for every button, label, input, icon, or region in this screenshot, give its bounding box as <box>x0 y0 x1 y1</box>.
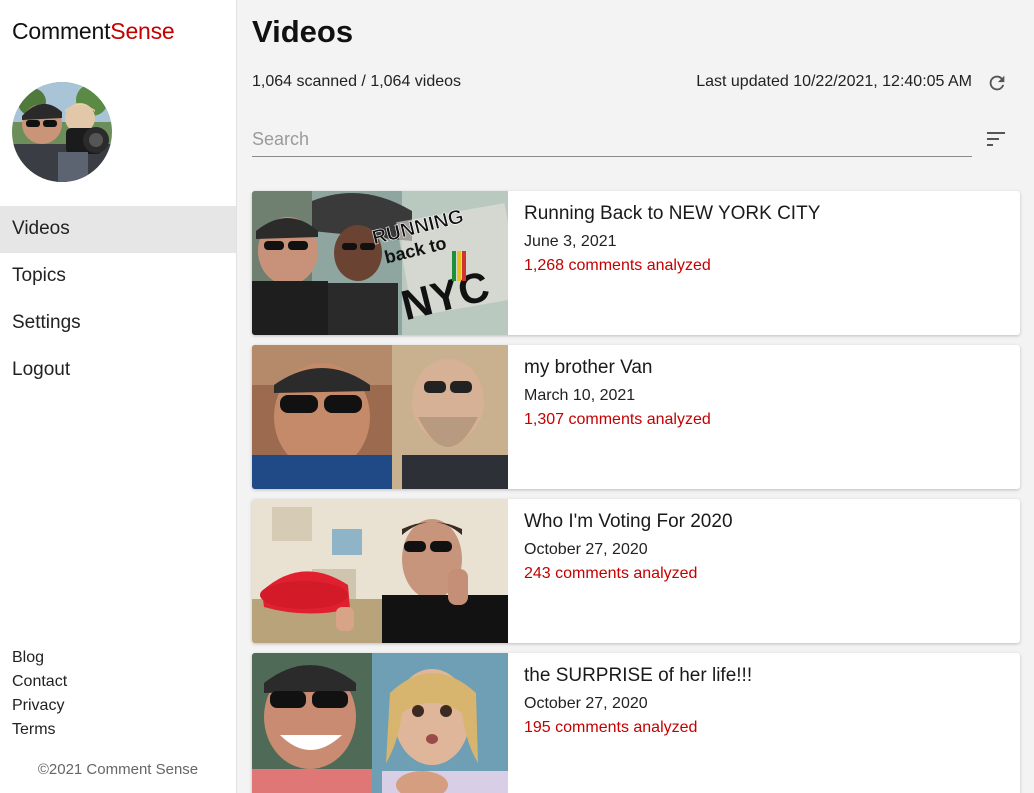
video-comment-count: 195 comments analyzed <box>524 719 698 736</box>
main-content: Videos 1,064 scanned / 1,064 videos Last… <box>237 0 1034 793</box>
brand-name-part2: Sense <box>110 18 175 44</box>
video-thumbnail[interactable] <box>252 345 508 489</box>
brand-logo[interactable]: CommentSense <box>12 18 175 45</box>
video-card[interactable]: Who I'm Voting For 2020 October 27, 2020… <box>252 499 1020 643</box>
sidebar-nav: Videos Topics Settings Logout <box>0 206 236 394</box>
nav-item-videos[interactable]: Videos <box>0 206 236 253</box>
video-thumbnail[interactable] <box>252 499 508 643</box>
video-card[interactable]: the SURPRISE of her life!!! October 27, … <box>252 653 1020 793</box>
search-field <box>252 124 972 157</box>
sort-button[interactable] <box>984 128 1008 150</box>
avatar[interactable] <box>12 82 112 182</box>
video-title[interactable]: the SURPRISE of her life!!! <box>524 665 752 687</box>
footer-link-blog[interactable]: Blog <box>12 646 67 670</box>
nav-item-topics[interactable]: Topics <box>0 253 236 300</box>
video-thumbnail[interactable]: RUNNING back to NYC <box>252 191 508 335</box>
sidebar: CommentSense Videos Topics Settings Logo… <box>0 0 237 793</box>
footer-link-terms[interactable]: Terms <box>12 718 67 742</box>
video-title[interactable]: Running Back to NEW YORK CITY <box>524 203 820 225</box>
refresh-icon <box>989 75 1005 91</box>
video-comment-count: 1,268 comments analyzed <box>524 257 711 274</box>
sort-icon <box>987 132 1005 146</box>
video-thumbnail[interactable] <box>252 653 508 793</box>
video-title[interactable]: Who I'm Voting For 2020 <box>524 511 733 533</box>
video-date: October 27, 2020 <box>524 541 648 558</box>
video-date: October 27, 2020 <box>524 695 648 712</box>
copyright: ©2021 Comment Sense <box>37 761 199 778</box>
video-comment-count: 1,307 comments analyzed <box>524 411 711 428</box>
page-title: Videos <box>252 14 354 49</box>
video-card[interactable]: RUNNING back to NYC Running Back to NEW … <box>252 191 1020 335</box>
app-root: CommentSense Videos Topics Settings Logo… <box>0 0 1034 793</box>
search-input[interactable] <box>252 124 972 154</box>
last-updated: Last updated 10/22/2021, 12:40:05 AM <box>696 73 972 90</box>
video-list: RUNNING back to NYC Running Back to NEW … <box>252 191 1020 793</box>
scan-status: 1,064 scanned / 1,064 videos <box>252 73 462 90</box>
nav-item-logout[interactable]: Logout <box>0 347 236 394</box>
video-date: March 10, 2021 <box>524 387 636 404</box>
video-comment-count: 243 comments analyzed <box>524 565 698 582</box>
refresh-button[interactable] <box>986 72 1008 94</box>
video-date: June 3, 2021 <box>524 233 617 250</box>
video-card[interactable]: my brother Van March 10, 2021 1,307 comm… <box>252 345 1020 489</box>
brand-name-part1: Comment <box>12 18 111 44</box>
video-title[interactable]: my brother Van <box>524 357 652 379</box>
footer-links: Blog Contact Privacy Terms <box>12 646 67 742</box>
footer-link-contact[interactable]: Contact <box>12 670 67 694</box>
nav-item-settings[interactable]: Settings <box>0 300 236 347</box>
footer-link-privacy[interactable]: Privacy <box>12 694 67 718</box>
